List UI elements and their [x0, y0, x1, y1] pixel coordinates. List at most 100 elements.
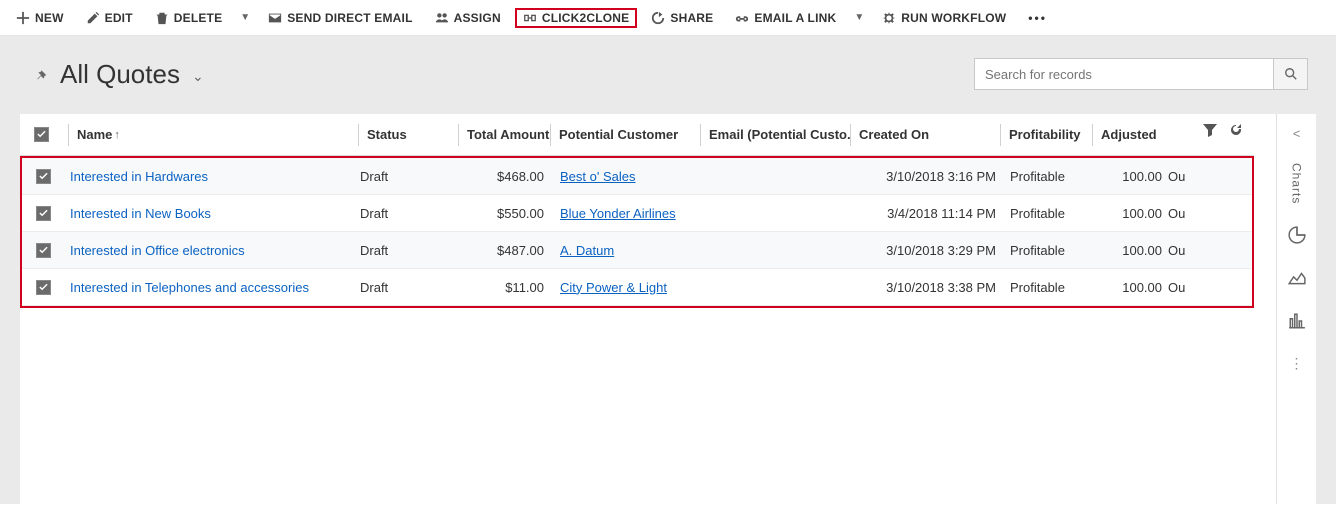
table-row[interactable]: Interested in Telephones and accessories… [22, 269, 1252, 306]
pencil-icon [86, 11, 100, 25]
cell-adjusted: 100.00 [1094, 280, 1162, 295]
col-total-amount[interactable]: Total Amount... [458, 124, 550, 146]
charts-rail: < Charts ⋮ [1276, 114, 1316, 504]
delete-label: DELETE [174, 11, 223, 25]
grid-card: Name↑ Status Total Amount... Potential C… [20, 114, 1316, 504]
cell-profitability: Profitable [1002, 206, 1094, 221]
col-name[interactable]: Name↑ [68, 124, 358, 146]
cell-status: Draft [360, 169, 460, 184]
view-title[interactable]: All Quotes [60, 59, 180, 90]
record-link[interactable]: Interested in Telephones and accessories [70, 280, 309, 295]
col-email[interactable]: Email (Potential Custo... [700, 124, 850, 146]
cell-status: Draft [360, 280, 460, 295]
area-chart-icon[interactable] [1288, 269, 1306, 290]
view-header: All Quotes ⌄ [0, 36, 1336, 120]
col-profitability[interactable]: Profitability [1000, 124, 1092, 146]
command-bar: NEW EDIT DELETE ▼ SEND DIRECT EMAIL ASSI… [0, 0, 1336, 36]
pie-chart-icon[interactable] [1288, 226, 1306, 247]
cell-profitability: Profitable [1002, 243, 1094, 258]
row-checkbox[interactable] [36, 169, 51, 184]
cell-created: 3/4/2018 11:14 PM [852, 206, 1002, 221]
assign-label: ASSIGN [454, 11, 501, 25]
grid-header-actions [1202, 122, 1244, 141]
filter-icon[interactable] [1202, 122, 1218, 141]
trash-icon [155, 11, 169, 25]
click2clone-label: CLICK2CLONE [542, 11, 630, 25]
click2clone-button[interactable]: CLICK2CLONE [515, 8, 638, 28]
email-a-link-button[interactable]: EMAIL A LINK [727, 8, 844, 28]
cell-overflow: Ou [1162, 280, 1190, 295]
select-all-checkbox[interactable] [34, 127, 49, 142]
cell-profitability: Profitable [1002, 169, 1094, 184]
collapse-rail-icon[interactable]: < [1293, 126, 1301, 141]
table-row[interactable]: Interested in New Books Draft $550.00 Bl… [22, 195, 1252, 232]
people-icon [435, 11, 449, 25]
search-icon [1284, 67, 1298, 81]
delete-dropdown[interactable]: ▼ [236, 12, 254, 23]
col-status[interactable]: Status [358, 124, 458, 146]
email-link-dropdown[interactable]: ▼ [850, 12, 868, 23]
email-link-label: EMAIL A LINK [754, 11, 836, 25]
customer-link[interactable]: Best o' Sales [560, 169, 635, 184]
record-link[interactable]: Interested in Hardwares [70, 169, 208, 184]
customer-link[interactable]: Blue Yonder Airlines [560, 206, 676, 221]
cell-adjusted: 100.00 [1094, 169, 1162, 184]
plus-icon [16, 11, 30, 25]
run-workflow-label: RUN WORKFLOW [901, 11, 1006, 25]
delete-button[interactable]: DELETE [147, 8, 231, 28]
edit-button[interactable]: EDIT [78, 8, 141, 28]
assign-button[interactable]: ASSIGN [427, 8, 509, 28]
cell-status: Draft [360, 243, 460, 258]
record-link[interactable]: Interested in Office electronics [70, 243, 245, 258]
grid-header-row: Name↑ Status Total Amount... Potential C… [20, 114, 1254, 156]
cell-created: 3/10/2018 3:38 PM [852, 280, 1002, 295]
cell-status: Draft [360, 206, 460, 221]
gear-icon [882, 11, 896, 25]
charts-label[interactable]: Charts [1290, 163, 1304, 204]
mail-icon [268, 11, 282, 25]
cell-adjusted: 100.00 [1094, 243, 1162, 258]
grid-rows: Interested in Hardwares Draft $468.00 Be… [20, 156, 1254, 308]
refresh-icon[interactable] [1228, 122, 1244, 141]
cell-overflow: Ou [1162, 169, 1190, 184]
sort-asc-icon: ↑ [114, 129, 120, 141]
bar-chart-icon[interactable] [1288, 312, 1306, 333]
table-row[interactable]: Interested in Office electronics Draft $… [22, 232, 1252, 269]
pin-icon[interactable] [34, 59, 48, 90]
search-input[interactable] [974, 58, 1274, 90]
new-button[interactable]: NEW [8, 8, 72, 28]
cell-amount: $468.00 [460, 169, 552, 184]
send-direct-email-button[interactable]: SEND DIRECT EMAIL [260, 8, 420, 28]
rail-drag-handle[interactable]: ⋮ [1290, 355, 1304, 372]
view-dropdown-icon[interactable]: ⌄ [192, 68, 204, 85]
clone-icon [523, 11, 537, 25]
cell-adjusted: 100.00 [1094, 206, 1162, 221]
send-email-label: SEND DIRECT EMAIL [287, 11, 412, 25]
customer-link[interactable]: A. Datum [560, 243, 614, 258]
new-label: NEW [35, 11, 64, 25]
cell-amount: $487.00 [460, 243, 552, 258]
search-button[interactable] [1274, 58, 1308, 90]
cell-created: 3/10/2018 3:29 PM [852, 243, 1002, 258]
row-checkbox[interactable] [36, 243, 51, 258]
customer-link[interactable]: City Power & Light [560, 280, 667, 295]
share-button[interactable]: SHARE [643, 8, 721, 28]
run-workflow-button[interactable]: RUN WORKFLOW [874, 8, 1014, 28]
row-checkbox[interactable] [36, 206, 51, 221]
content-area: Name↑ Status Total Amount... Potential C… [0, 114, 1336, 504]
col-potential-customer[interactable]: Potential Customer [550, 124, 700, 146]
cell-profitability: Profitable [1002, 280, 1094, 295]
more-commands-button[interactable]: ••• [1020, 8, 1055, 28]
col-adjusted[interactable]: Adjusted [1092, 124, 1160, 146]
cell-overflow: Ou [1162, 206, 1190, 221]
col-created-on[interactable]: Created On [850, 124, 1000, 146]
cell-overflow: Ou [1162, 243, 1190, 258]
share-label: SHARE [670, 11, 713, 25]
link-icon [735, 11, 749, 25]
row-checkbox[interactable] [36, 280, 51, 295]
cell-created: 3/10/2018 3:16 PM [852, 169, 1002, 184]
search-wrap [974, 58, 1308, 90]
record-link[interactable]: Interested in New Books [70, 206, 211, 221]
table-row[interactable]: Interested in Hardwares Draft $468.00 Be… [22, 158, 1252, 195]
cell-amount: $11.00 [460, 280, 552, 295]
